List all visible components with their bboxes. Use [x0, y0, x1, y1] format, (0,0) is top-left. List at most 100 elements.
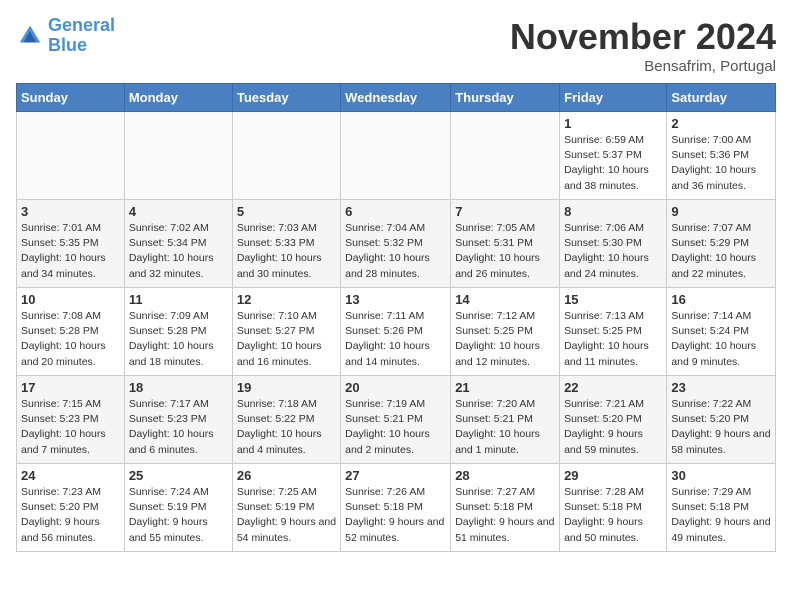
calendar-week-4: 24 Sunrise: 7:23 AMSunset: 5:20 PMDaylig…: [17, 464, 776, 552]
day-number: 6: [345, 204, 446, 219]
calendar-cell: 18 Sunrise: 7:17 AMSunset: 5:23 PMDaylig…: [124, 376, 232, 464]
day-number: 4: [129, 204, 228, 219]
day-number: 25: [129, 468, 228, 483]
calendar-cell: [232, 112, 340, 200]
day-info: Sunrise: 7:01 AMSunset: 5:35 PMDaylight:…: [21, 221, 120, 282]
calendar-table: Sunday Monday Tuesday Wednesday Thursday…: [16, 83, 776, 552]
day-info: Sunrise: 7:00 AMSunset: 5:36 PMDaylight:…: [671, 133, 771, 194]
day-number: 16: [671, 292, 771, 307]
day-info: Sunrise: 7:18 AMSunset: 5:22 PMDaylight:…: [237, 397, 336, 458]
day-info: Sunrise: 7:25 AMSunset: 5:19 PMDaylight:…: [237, 485, 336, 546]
calendar-week-1: 3 Sunrise: 7:01 AMSunset: 5:35 PMDayligh…: [17, 200, 776, 288]
day-number: 26: [237, 468, 336, 483]
calendar-cell: 19 Sunrise: 7:18 AMSunset: 5:22 PMDaylig…: [232, 376, 340, 464]
header-monday: Monday: [124, 84, 232, 112]
page-header: General Blue November 2024 Bensafrim, Po…: [16, 16, 776, 75]
calendar-cell: 11 Sunrise: 7:09 AMSunset: 5:28 PMDaylig…: [124, 288, 232, 376]
calendar-cell: 26 Sunrise: 7:25 AMSunset: 5:19 PMDaylig…: [232, 464, 340, 552]
day-info: Sunrise: 7:06 AMSunset: 5:30 PMDaylight:…: [564, 221, 662, 282]
calendar-cell: [17, 112, 125, 200]
header-sunday: Sunday: [17, 84, 125, 112]
day-number: 1: [564, 116, 662, 131]
calendar-cell: [451, 112, 560, 200]
day-info: Sunrise: 7:26 AMSunset: 5:18 PMDaylight:…: [345, 485, 446, 546]
day-info: Sunrise: 7:17 AMSunset: 5:23 PMDaylight:…: [129, 397, 228, 458]
logo-icon: [16, 22, 44, 50]
day-number: 14: [455, 292, 555, 307]
day-number: 27: [345, 468, 446, 483]
title-block: November 2024 Bensafrim, Portugal: [510, 16, 776, 75]
day-info: Sunrise: 7:29 AMSunset: 5:18 PMDaylight:…: [671, 485, 771, 546]
calendar-cell: 27 Sunrise: 7:26 AMSunset: 5:18 PMDaylig…: [341, 464, 451, 552]
day-info: Sunrise: 7:12 AMSunset: 5:25 PMDaylight:…: [455, 309, 555, 370]
header-wednesday: Wednesday: [341, 84, 451, 112]
day-number: 28: [455, 468, 555, 483]
calendar-week-2: 10 Sunrise: 7:08 AMSunset: 5:28 PMDaylig…: [17, 288, 776, 376]
day-number: 7: [455, 204, 555, 219]
day-number: 24: [21, 468, 120, 483]
calendar-cell: 20 Sunrise: 7:19 AMSunset: 5:21 PMDaylig…: [341, 376, 451, 464]
calendar-cell: 12 Sunrise: 7:10 AMSunset: 5:27 PMDaylig…: [232, 288, 340, 376]
day-number: 11: [129, 292, 228, 307]
day-info: Sunrise: 7:11 AMSunset: 5:26 PMDaylight:…: [345, 309, 446, 370]
calendar-cell: 30 Sunrise: 7:29 AMSunset: 5:18 PMDaylig…: [667, 464, 776, 552]
day-info: Sunrise: 7:09 AMSunset: 5:28 PMDaylight:…: [129, 309, 228, 370]
calendar-cell: 15 Sunrise: 7:13 AMSunset: 5:25 PMDaylig…: [560, 288, 667, 376]
day-number: 15: [564, 292, 662, 307]
logo-text: General Blue: [48, 16, 115, 56]
day-number: 10: [21, 292, 120, 307]
logo: General Blue: [16, 16, 115, 56]
header-friday: Friday: [560, 84, 667, 112]
day-number: 21: [455, 380, 555, 395]
day-info: Sunrise: 7:07 AMSunset: 5:29 PMDaylight:…: [671, 221, 771, 282]
calendar-cell: 6 Sunrise: 7:04 AMSunset: 5:32 PMDayligh…: [341, 200, 451, 288]
day-info: Sunrise: 7:24 AMSunset: 5:19 PMDaylight:…: [129, 485, 228, 546]
day-number: 23: [671, 380, 771, 395]
day-info: Sunrise: 7:27 AMSunset: 5:18 PMDaylight:…: [455, 485, 555, 546]
day-info: Sunrise: 7:28 AMSunset: 5:18 PMDaylight:…: [564, 485, 662, 546]
calendar-cell: 21 Sunrise: 7:20 AMSunset: 5:21 PMDaylig…: [451, 376, 560, 464]
day-number: 20: [345, 380, 446, 395]
day-info: Sunrise: 7:20 AMSunset: 5:21 PMDaylight:…: [455, 397, 555, 458]
calendar-cell: 5 Sunrise: 7:03 AMSunset: 5:33 PMDayligh…: [232, 200, 340, 288]
day-number: 9: [671, 204, 771, 219]
calendar-cell: 4 Sunrise: 7:02 AMSunset: 5:34 PMDayligh…: [124, 200, 232, 288]
calendar-cell: 13 Sunrise: 7:11 AMSunset: 5:26 PMDaylig…: [341, 288, 451, 376]
day-number: 18: [129, 380, 228, 395]
day-number: 29: [564, 468, 662, 483]
day-info: Sunrise: 7:21 AMSunset: 5:20 PMDaylight:…: [564, 397, 662, 458]
day-info: Sunrise: 7:03 AMSunset: 5:33 PMDaylight:…: [237, 221, 336, 282]
calendar-cell: 17 Sunrise: 7:15 AMSunset: 5:23 PMDaylig…: [17, 376, 125, 464]
calendar-cell: 7 Sunrise: 7:05 AMSunset: 5:31 PMDayligh…: [451, 200, 560, 288]
day-info: Sunrise: 7:10 AMSunset: 5:27 PMDaylight:…: [237, 309, 336, 370]
day-info: Sunrise: 7:15 AMSunset: 5:23 PMDaylight:…: [21, 397, 120, 458]
day-info: Sunrise: 7:14 AMSunset: 5:24 PMDaylight:…: [671, 309, 771, 370]
day-number: 19: [237, 380, 336, 395]
calendar-cell: [341, 112, 451, 200]
day-info: Sunrise: 7:08 AMSunset: 5:28 PMDaylight:…: [21, 309, 120, 370]
calendar-cell: 8 Sunrise: 7:06 AMSunset: 5:30 PMDayligh…: [560, 200, 667, 288]
header-saturday: Saturday: [667, 84, 776, 112]
calendar-week-0: 1 Sunrise: 6:59 AMSunset: 5:37 PMDayligh…: [17, 112, 776, 200]
day-number: 2: [671, 116, 771, 131]
day-number: 17: [21, 380, 120, 395]
day-number: 5: [237, 204, 336, 219]
day-number: 8: [564, 204, 662, 219]
day-number: 22: [564, 380, 662, 395]
day-info: Sunrise: 7:02 AMSunset: 5:34 PMDaylight:…: [129, 221, 228, 282]
location: Bensafrim, Portugal: [510, 58, 776, 75]
calendar-cell: 10 Sunrise: 7:08 AMSunset: 5:28 PMDaylig…: [17, 288, 125, 376]
calendar-cell: 3 Sunrise: 7:01 AMSunset: 5:35 PMDayligh…: [17, 200, 125, 288]
calendar-cell: 9 Sunrise: 7:07 AMSunset: 5:29 PMDayligh…: [667, 200, 776, 288]
calendar-cell: 29 Sunrise: 7:28 AMSunset: 5:18 PMDaylig…: [560, 464, 667, 552]
header-row: Sunday Monday Tuesday Wednesday Thursday…: [17, 84, 776, 112]
calendar-cell: 22 Sunrise: 7:21 AMSunset: 5:20 PMDaylig…: [560, 376, 667, 464]
calendar-week-3: 17 Sunrise: 7:15 AMSunset: 5:23 PMDaylig…: [17, 376, 776, 464]
calendar-cell: 1 Sunrise: 6:59 AMSunset: 5:37 PMDayligh…: [560, 112, 667, 200]
calendar-cell: 28 Sunrise: 7:27 AMSunset: 5:18 PMDaylig…: [451, 464, 560, 552]
day-info: Sunrise: 7:19 AMSunset: 5:21 PMDaylight:…: [345, 397, 446, 458]
month-title: November 2024: [510, 16, 776, 58]
calendar-header: Sunday Monday Tuesday Wednesday Thursday…: [17, 84, 776, 112]
day-number: 30: [671, 468, 771, 483]
calendar-cell: 16 Sunrise: 7:14 AMSunset: 5:24 PMDaylig…: [667, 288, 776, 376]
